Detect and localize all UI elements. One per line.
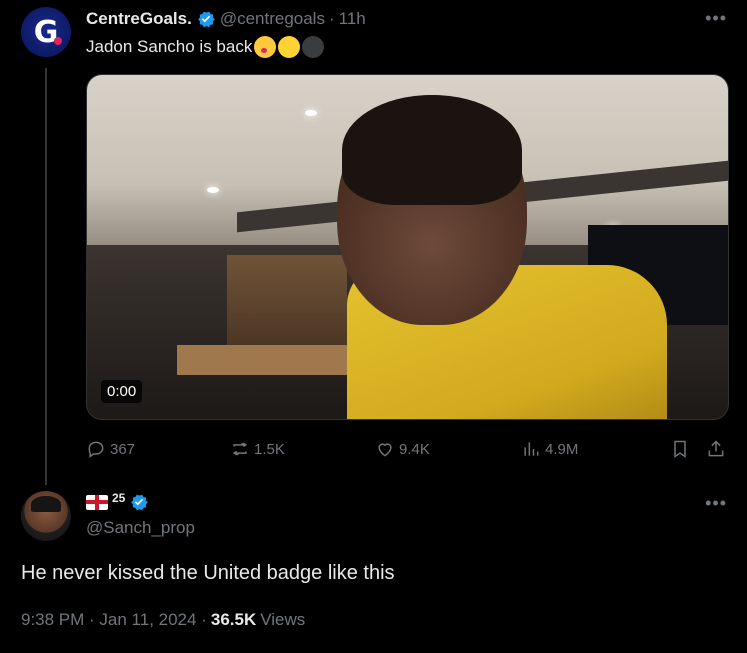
retweet-icon [232, 442, 248, 456]
sanch-prop-avatar[interactable] [21, 491, 71, 541]
share-button[interactable] [706, 436, 726, 462]
avatar-dot [54, 37, 62, 45]
views-label: Views [260, 610, 306, 629]
verified-badge-icon [197, 11, 215, 28]
like-button[interactable]: 9.4K [375, 436, 430, 462]
views-count-total: 36.5K [210, 610, 257, 629]
ceiling-light [305, 110, 317, 116]
timestamp[interactable]: 9:38 PM · Jan 11, 2024 · [21, 610, 207, 630]
heart-icon [378, 443, 392, 457]
more-options-icon[interactable]: ••• [705, 8, 727, 29]
retweet-button[interactable]: 1.5K [230, 436, 285, 462]
time-ago[interactable]: 11h [339, 9, 366, 29]
parent-tweet[interactable]: G CentreGoals. @centregoals · 11h ••• Ja… [0, 0, 747, 480]
handle[interactable]: @centregoals [220, 9, 325, 29]
reply-text: He never kissed the United badge like th… [21, 562, 395, 584]
tweet-text-content: Jadon Sancho is back [86, 37, 253, 56]
video-timestamp: 0:00 [101, 380, 143, 403]
avatar-letter: G [33, 14, 59, 50]
reply-handle[interactable]: @Sanch_prop [86, 518, 195, 538]
centregoals-avatar[interactable]: G [21, 7, 71, 57]
england-flag-icon [86, 494, 108, 510]
reply-count: 367 [110, 440, 136, 458]
video-scene-hair [342, 95, 522, 205]
share-icon [708, 440, 724, 457]
more-options-icon[interactable]: ••• [705, 493, 727, 514]
verified-badge-icon [131, 494, 149, 511]
display-suffix: 25 [112, 491, 126, 505]
separator: · [328, 9, 335, 28]
kissing-face-emoji [254, 36, 277, 58]
reply-display-name[interactable]: 25 [86, 491, 149, 513]
views-chart-icon [524, 442, 539, 456]
bookmark-icon [674, 440, 686, 458]
display-name[interactable]: CentreGoals. [86, 9, 192, 29]
black-circle-emoji [302, 36, 325, 58]
bookmark-button[interactable] [670, 436, 690, 462]
video-player[interactable]: 0:00 [86, 74, 729, 420]
views-button[interactable]: 4.9M [521, 436, 578, 462]
tweet-meta: 9:38 PM · Jan 11, 2024 · 36.5K Views [21, 610, 305, 630]
reply-button[interactable]: 367 [86, 436, 135, 462]
reply-icon [88, 441, 104, 458]
tweet-header: CentreGoals. @centregoals · 11h [86, 8, 366, 30]
views-count: 4.9M [545, 440, 579, 458]
ceiling-light [207, 187, 219, 193]
like-count: 9.4K [399, 440, 430, 458]
tweet-text: Jadon Sancho is back [86, 34, 325, 60]
retweet-count: 1.5K [254, 440, 285, 458]
avatar-hat [31, 496, 61, 512]
yellow-circle-emoji [278, 36, 301, 58]
tweet-actions: 367 1.5K 9.4K 4.9M [86, 436, 729, 462]
